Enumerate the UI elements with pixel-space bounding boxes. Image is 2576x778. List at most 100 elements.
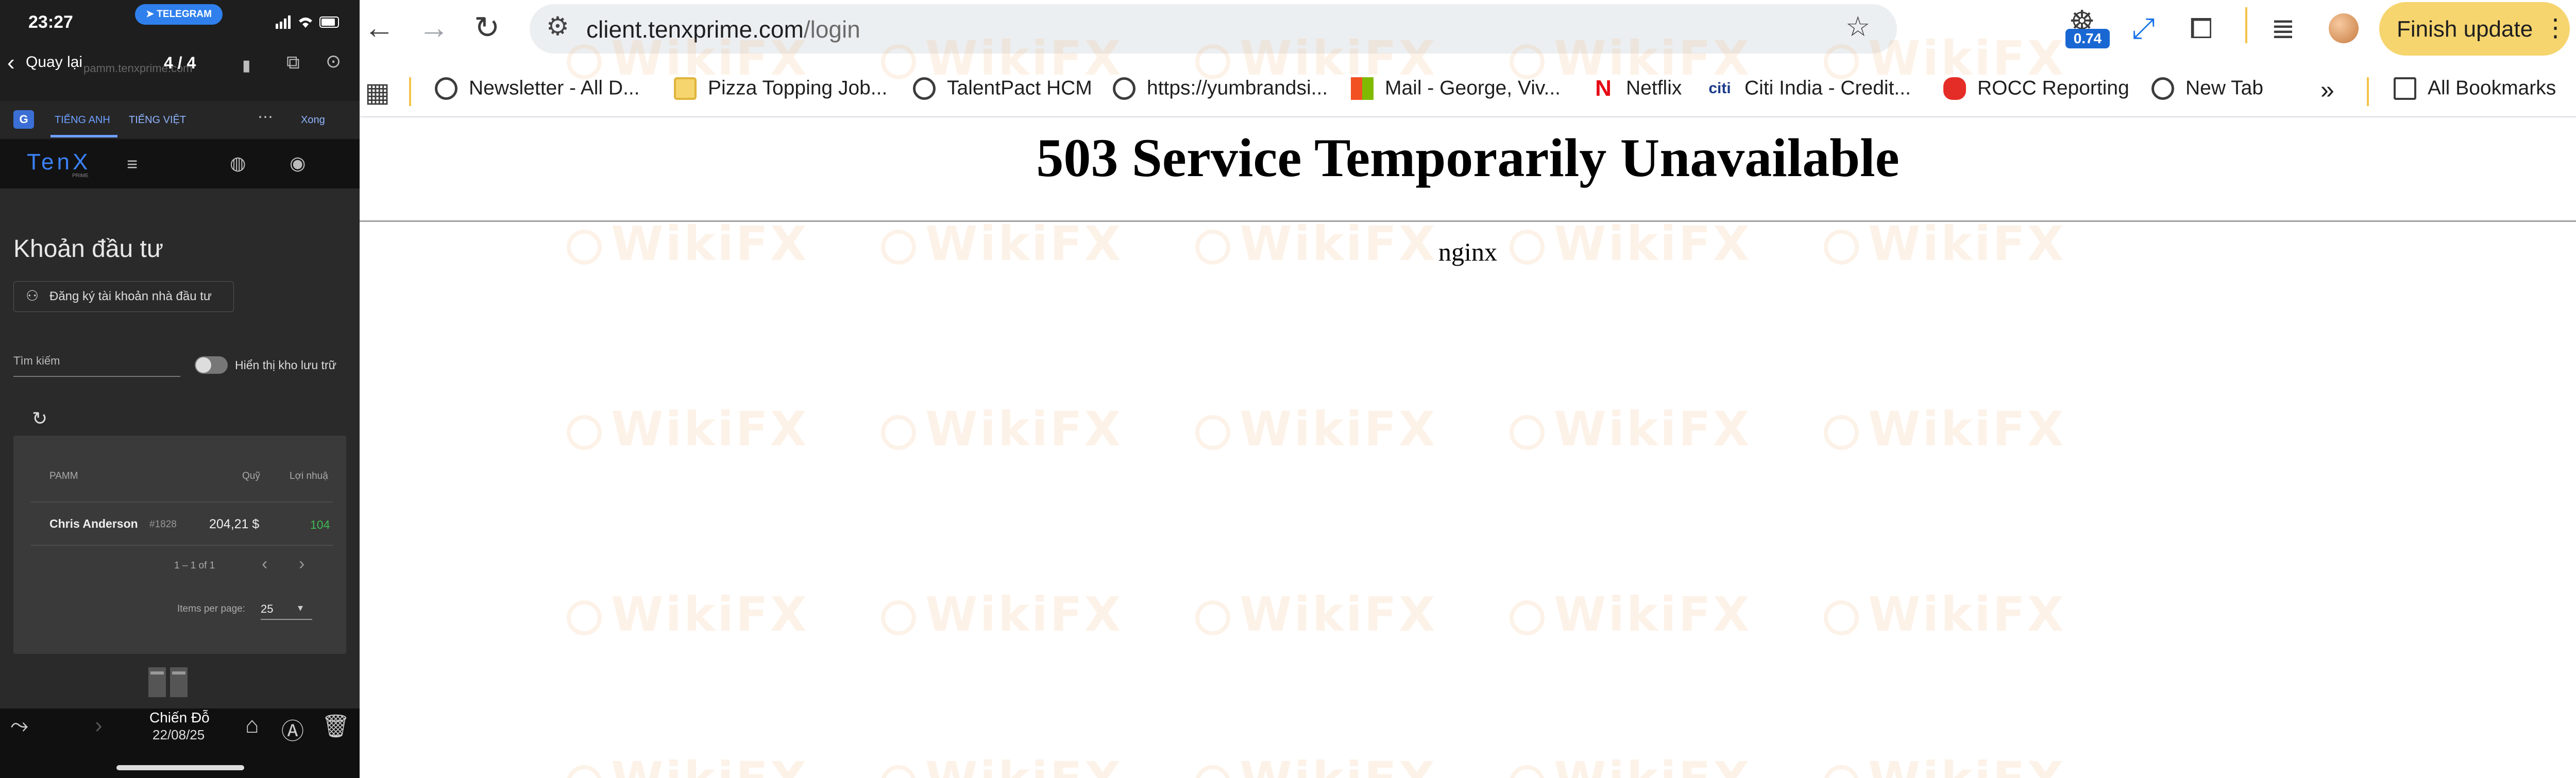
netflix-icon: N	[1595, 75, 1612, 101]
extension-badge: 0.74	[2065, 29, 2110, 48]
items-per-page-label: Items per page:	[177, 603, 246, 614]
telegram-pill[interactable]: ➤ TELEGRAM	[135, 4, 223, 25]
globe-icon	[1113, 77, 1136, 100]
markup-icon[interactable]: Ⓐ	[281, 713, 304, 746]
status-icons	[276, 15, 339, 29]
bookmark-item[interactable]: Mail - George, Viv...	[1351, 76, 1561, 107]
folder-icon	[674, 77, 697, 100]
back-arrow-icon[interactable]: ←	[364, 11, 395, 44]
table-divider	[31, 545, 333, 546]
bookmark-item[interactable]: TalentPact HCM	[913, 76, 1092, 107]
bookmark-separator	[2367, 77, 2369, 106]
copy-icon[interactable]: ⧉	[286, 51, 300, 74]
extensions-puzzle-icon[interactable]: ⧠	[2190, 11, 2213, 46]
column-header-fund[interactable]: Quỹ	[242, 471, 260, 482]
tab-english-underline	[50, 135, 117, 137]
media-playlist-icon[interactable]: ≣	[2271, 11, 2295, 45]
reload-icon[interactable]: ↻	[474, 11, 500, 44]
url-path: /login	[803, 16, 860, 43]
more-bookmarks-icon[interactable]: »	[2320, 76, 2334, 107]
app-logo[interactable]: TenX	[27, 149, 91, 175]
items-per-page-underline	[261, 619, 312, 620]
telegram-pill-label: TELEGRAM	[157, 9, 212, 20]
register-investor-label: Đăng ký tài khoản nhà đầu tư	[49, 289, 212, 303]
bookmark-item[interactable]: citi Citi India - Credit...	[1706, 76, 1911, 107]
bookmark-label: Netflix	[1626, 77, 1682, 99]
dropdown-caret-icon[interactable]: ▾	[298, 601, 303, 614]
home-icon[interactable]: ⌂	[245, 713, 259, 738]
profile-avatar[interactable]	[2329, 13, 2359, 43]
microsoft-icon	[1351, 77, 1374, 100]
phone-panel: 23:27 ➤ TELEGRAM ‹ Quay lại pamm.tenxpri…	[0, 0, 360, 778]
status-time: 23:27	[28, 12, 73, 32]
bookmark-icon[interactable]: ▮	[242, 57, 251, 75]
bookmark-label: TalentPact HCM	[947, 77, 1092, 99]
folder-icon	[2394, 77, 2416, 100]
bookmark-separator	[409, 77, 411, 106]
column-header-profit[interactable]: Lợi nhuậ	[290, 471, 328, 482]
column-header-pamm[interactable]: PAMM	[49, 471, 78, 482]
translate-more-icon[interactable]: ⋯	[258, 108, 273, 126]
bookmark-item[interactable]: New Tab	[2151, 76, 2263, 107]
pagination-range: 1 – 1 of 1	[174, 560, 215, 571]
kebab-menu-icon[interactable]: ⋮	[2543, 13, 2568, 42]
apps-grid-icon[interactable]: ▦	[365, 77, 390, 108]
expand-extension-icon[interactable]: ⤢	[2132, 11, 2155, 46]
author-date: 22/08/25	[152, 727, 205, 742]
tab-vietnamese[interactable]: TIẾNG VIỆT	[129, 114, 186, 126]
browser-window: ← → ↻ ⚙ client.tenxprime.com/login ☆ ☸ 0…	[360, 0, 2576, 778]
prev-page-icon[interactable]: ‹	[262, 554, 267, 574]
bookmark-label: Citi India - Credit...	[1744, 77, 1911, 99]
google-translate-icon: G	[13, 110, 34, 129]
forward-arrow-icon[interactable]: →	[418, 11, 449, 44]
url-text[interactable]: client.tenxprime.com/login	[586, 15, 860, 43]
bookmark-label: Pizza Topping Job...	[708, 77, 888, 99]
bookmark-item[interactable]: Newsletter - All D...	[435, 76, 640, 107]
citi-icon: citi	[1708, 79, 1731, 97]
all-bookmarks-label: All Bookmarks	[2428, 77, 2556, 99]
search-input[interactable]: Tìm kiếm	[13, 354, 60, 368]
bookmark-label: Newsletter - All D...	[469, 77, 640, 99]
bookmark-label: Mail - George, Viv...	[1385, 77, 1561, 99]
refresh-icon[interactable]: ↻	[32, 408, 47, 429]
bookmark-label: New Tab	[2185, 77, 2264, 99]
search-underline	[13, 376, 180, 377]
translate-done-button[interactable]: Xong	[301, 114, 325, 126]
menu-icon[interactable]: ≡	[127, 153, 138, 175]
error-divider	[360, 220, 2576, 222]
all-bookmarks[interactable]: All Bookmarks	[2394, 76, 2556, 107]
row-id: #1828	[149, 519, 177, 530]
tab-english[interactable]: TIẾNG ANH	[55, 114, 110, 126]
globe-icon	[913, 77, 936, 100]
user-icon[interactable]: ◉	[290, 152, 306, 174]
row-name[interactable]: Chris Anderson	[49, 517, 138, 531]
url-host: client.tenxprime.com	[586, 16, 804, 43]
rocc-icon	[1943, 77, 1966, 100]
trash-icon[interactable]: 🗑	[321, 713, 350, 739]
bookmark-item[interactable]: N Netflix	[1592, 76, 1682, 107]
page-thumbnails[interactable]	[145, 665, 192, 699]
bookmark-star-icon[interactable]: ☆	[1845, 10, 1870, 43]
finish-update-label: Finish update	[2397, 16, 2533, 42]
row-profit: 104	[310, 518, 330, 531]
next-page-icon[interactable]: ›	[299, 554, 304, 574]
bookmark-label: ROCC Reporting	[1977, 77, 2129, 99]
section-title: Khoản đầu tư	[13, 235, 164, 263]
more-circle-icon[interactable]: ⊙	[326, 50, 341, 72]
back-button[interactable]: Quay lại	[26, 54, 82, 71]
bookmark-item[interactable]: Pizza Topping Job...	[674, 76, 887, 107]
page-count: 4 / 4	[164, 54, 196, 72]
globe-icon[interactable]: ◍	[230, 152, 246, 174]
error-title: 503 Service Temporarily Unavailable	[1036, 128, 1900, 188]
archive-toggle-knob	[196, 357, 211, 373]
bookmark-item[interactable]: https://yumbrandsi...	[1113, 76, 1328, 107]
toolbar-separator	[2245, 7, 2247, 43]
chevron-left-icon[interactable]: ‹	[7, 51, 15, 74]
globe-icon	[2151, 77, 2174, 100]
home-indicator	[116, 765, 244, 770]
site-info-icon[interactable]: ⚙	[546, 11, 569, 41]
share-icon[interactable]: ⤳	[10, 713, 28, 738]
bookmark-item[interactable]: ROCC Reporting	[1943, 76, 2129, 107]
items-per-page-select[interactable]: 25	[261, 602, 273, 616]
forward-icon[interactable]: ›	[95, 713, 103, 738]
